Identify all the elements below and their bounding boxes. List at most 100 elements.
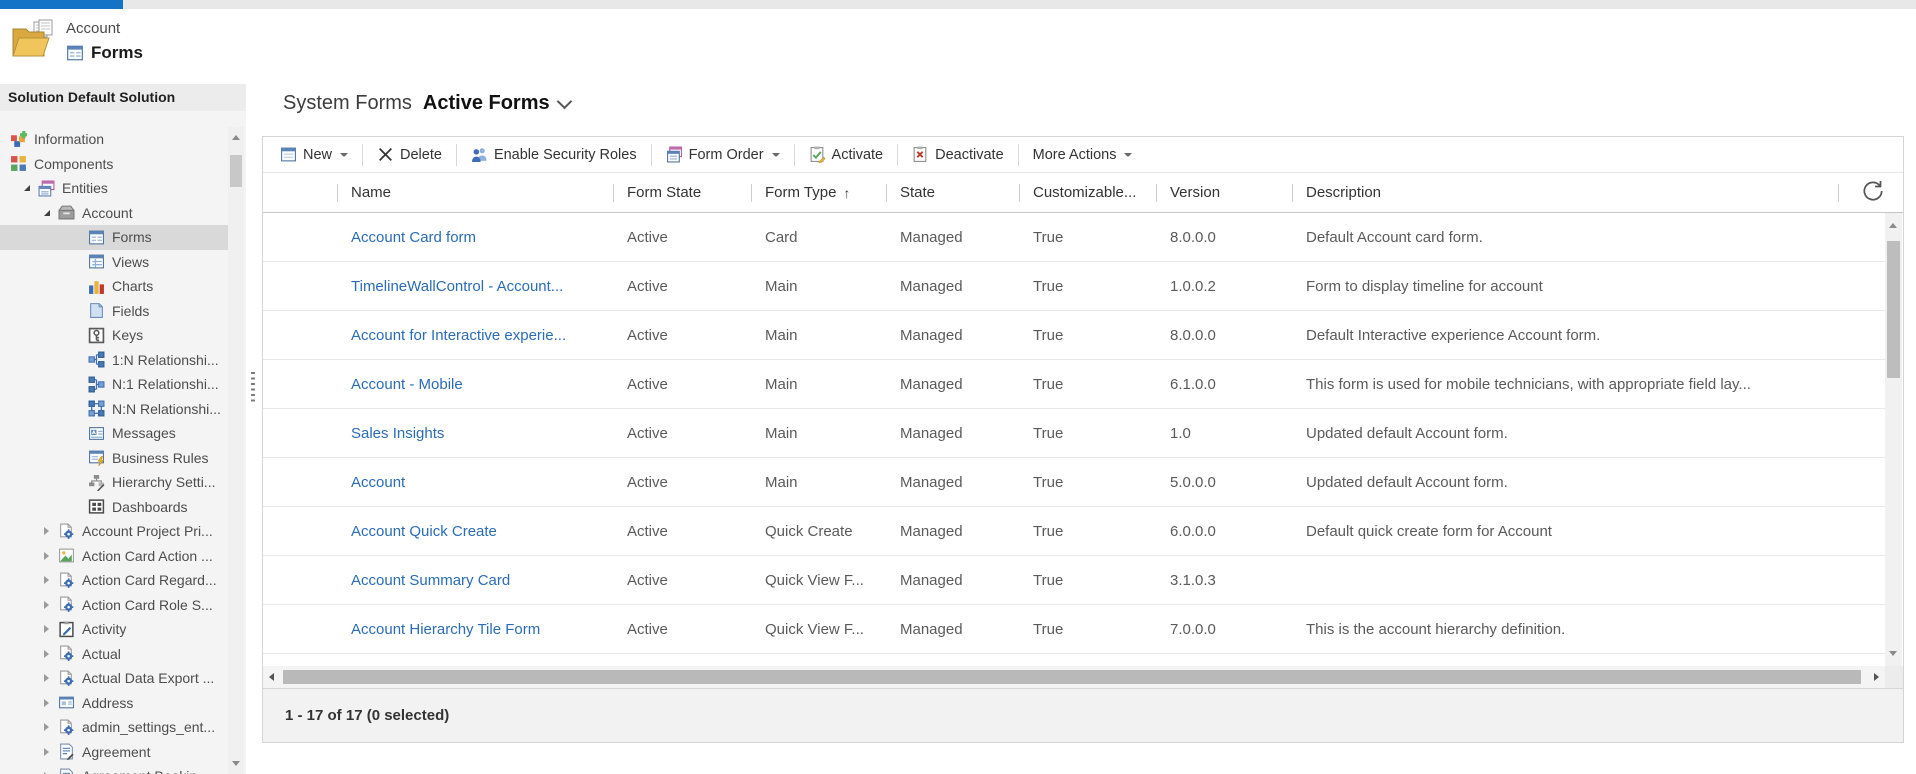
form-link[interactable]: Account for Interactive experie... <box>351 327 566 344</box>
cell-version: 3.1.0.3 <box>1170 571 1216 589</box>
scroll-up-icon[interactable] <box>232 135 240 140</box>
sidebar-item-dashboards[interactable]: Dashboards <box>0 495 228 520</box>
sidebar-item-actual[interactable]: Actual <box>0 642 228 667</box>
sidebar-item-fields[interactable]: Fields <box>0 299 228 324</box>
tree-expanded-icon[interactable] <box>24 185 38 192</box>
sidebar-item-action-card-action[interactable]: Action Card Action ... <box>0 544 228 569</box>
form-link[interactable]: TimelineWallControl - Account... <box>351 278 563 295</box>
sidebar-item-address[interactable]: Address <box>0 691 228 716</box>
sidebar-item-action-card-role-s[interactable]: Action Card Role S... <box>0 593 228 618</box>
column-header-form-type[interactable]: Form Type ↑ <box>751 173 886 212</box>
form-link[interactable]: Sales Insights <box>351 425 444 442</box>
sidebar-vertical-scrollbar[interactable] <box>228 127 244 774</box>
column-header-state[interactable]: State <box>886 173 1019 212</box>
sidebar-item-agreement-bookin[interactable]: Agreement Bookin... <box>0 764 228 774</box>
grid-vertical-scrollbar[interactable] <box>1885 213 1902 666</box>
column-header-name[interactable]: Name <box>337 173 613 212</box>
toolbar-button-label: New <box>303 146 333 163</box>
chevron-down-icon <box>340 152 349 157</box>
scroll-down-icon[interactable] <box>1889 651 1897 656</box>
sidebar-splitter-handle[interactable] <box>251 372 255 402</box>
table-row[interactable]: Account Active Main Managed True 5.0.0.0 Updat… <box>263 458 1885 507</box>
sidebar-item-account[interactable]: Account <box>0 201 228 226</box>
deactivate-button[interactable]: Deactivate <box>905 143 1011 166</box>
column-header-form-state[interactable]: Form State <box>613 173 751 212</box>
sidebar-item-label: Actual Data Export ... <box>82 670 215 687</box>
column-header-customizable[interactable]: Customizable... <box>1019 173 1156 212</box>
many-to-many-icon <box>88 400 105 417</box>
tree-expanded-icon[interactable] <box>44 209 58 216</box>
table-row[interactable]: Account Summary Card Active Quick View F..… <box>263 556 1885 605</box>
sidebar-item-messages[interactable]: Messages <box>0 421 228 446</box>
deactivate-icon <box>912 146 929 163</box>
tree-collapsed-icon[interactable] <box>44 698 58 707</box>
sidebar-item-hierarchy-setti[interactable]: Hierarchy Setti... <box>0 470 228 495</box>
sidebar-item-n-1-relationshi[interactable]: N:1 Relationshi... <box>0 372 228 397</box>
table-row[interactable]: Account - Mobile Active Main Managed True 6.1… <box>263 360 1885 409</box>
table-row[interactable]: Account Card form Active Card Managed True 8.… <box>263 213 1885 262</box>
cell-version: 6.1.0.0 <box>1170 375 1216 393</box>
grid-body: Account Card form Active Card Managed True 8.… <box>263 213 1885 666</box>
sidebar-item-charts[interactable]: Charts <box>0 274 228 299</box>
tree-collapsed-icon[interactable] <box>44 600 58 609</box>
form-link[interactable]: Account <box>351 474 405 491</box>
tree-collapsed-icon[interactable] <box>44 723 58 732</box>
sidebar-item-entities[interactable]: Entities <box>0 176 228 201</box>
sidebar-item-business-rules[interactable]: Business Rules <box>0 446 228 471</box>
tree-collapsed-icon[interactable] <box>44 649 58 658</box>
scrollbar-thumb[interactable] <box>230 155 242 187</box>
form-order-button[interactable]: Form Order <box>659 143 787 166</box>
sidebar-item-admin-settings-ent[interactable]: admin_settings_ent... <box>0 715 228 740</box>
sidebar-item-information[interactable]: Information <box>0 127 228 152</box>
more-actions-button[interactable]: More Actions <box>1026 144 1140 166</box>
table-row[interactable]: TimelineWallControl - Account... Active Ma… <box>263 262 1885 311</box>
scroll-up-icon[interactable] <box>1889 223 1897 228</box>
sidebar-item-views[interactable]: Views <box>0 250 228 275</box>
scrollbar-thumb[interactable] <box>1887 241 1900 378</box>
form-link[interactable]: Account Quick Create <box>351 523 497 540</box>
sidebar-item-components[interactable]: Components <box>0 152 228 177</box>
tree-collapsed-icon[interactable] <box>44 527 58 536</box>
scroll-down-icon[interactable] <box>232 761 240 766</box>
business-rules-icon <box>88 449 105 467</box>
refresh-button[interactable] <box>1859 178 1887 206</box>
tree-collapsed-icon[interactable] <box>44 674 58 683</box>
scroll-left-icon[interactable] <box>269 673 274 681</box>
table-row[interactable]: Account for Interactive experie... Active… <box>263 311 1885 360</box>
sidebar-item-action-card-regard[interactable]: Action Card Regard... <box>0 568 228 593</box>
tree-collapsed-icon[interactable] <box>44 551 58 560</box>
scroll-right-icon[interactable] <box>1874 673 1879 681</box>
cell-name: Account Summary Card <box>337 572 613 589</box>
column-header-version[interactable]: Version <box>1156 173 1292 212</box>
table-row[interactable]: Sales Insights Active Main Managed True 1.0 Up… <box>263 409 1885 458</box>
sidebar-item-n-n-relationshi[interactable]: N:N Relationshi... <box>0 397 228 422</box>
sidebar-item-keys[interactable]: Keys <box>0 323 228 348</box>
column-header-description[interactable]: Description <box>1292 173 1838 212</box>
column-header-label: Form State <box>627 184 702 201</box>
cell-form_state: Active <box>627 326 668 344</box>
grid-header-row: Name Form State Form Type ↑ State Customizabl… <box>263 173 1903 213</box>
sidebar-item-activity[interactable]: Activity <box>0 617 228 642</box>
sidebar-item-account-project-pri[interactable]: Account Project Pri... <box>0 519 228 544</box>
delete-button[interactable]: Delete <box>370 143 449 166</box>
form-link[interactable]: Account Hierarchy Tile Form <box>351 621 540 638</box>
new-button[interactable]: New <box>273 143 355 166</box>
table-row[interactable]: Account Hierarchy Tile Form Active Quick V… <box>263 605 1885 654</box>
tree-collapsed-icon[interactable] <box>44 576 58 585</box>
form-link[interactable]: Account - Mobile <box>351 376 463 393</box>
sidebar-item-forms[interactable]: Forms <box>0 225 228 250</box>
view-selector[interactable]: Active Forms <box>423 92 572 115</box>
grid-horizontal-scrollbar[interactable] <box>263 666 1885 688</box>
sidebar-item-agreement[interactable]: Agreement <box>0 740 228 765</box>
entity-custom-icon <box>58 670 75 687</box>
tree-collapsed-icon[interactable] <box>44 747 58 756</box>
sidebar-item-actual-data-export[interactable]: Actual Data Export ... <box>0 666 228 691</box>
sidebar-item-1-n-relationshi[interactable]: 1:N Relationshi... <box>0 348 228 373</box>
form-link[interactable]: Account Summary Card <box>351 572 510 589</box>
tree-collapsed-icon[interactable] <box>44 625 58 634</box>
table-row[interactable]: Account Quick Create Active Quick Create Ma… <box>263 507 1885 556</box>
enable-security-roles-button[interactable]: Enable Security Roles <box>464 143 644 166</box>
activate-button[interactable]: Activate <box>802 143 891 166</box>
scrollbar-thumb[interactable] <box>283 670 1861 684</box>
form-link[interactable]: Account Card form <box>351 229 476 246</box>
